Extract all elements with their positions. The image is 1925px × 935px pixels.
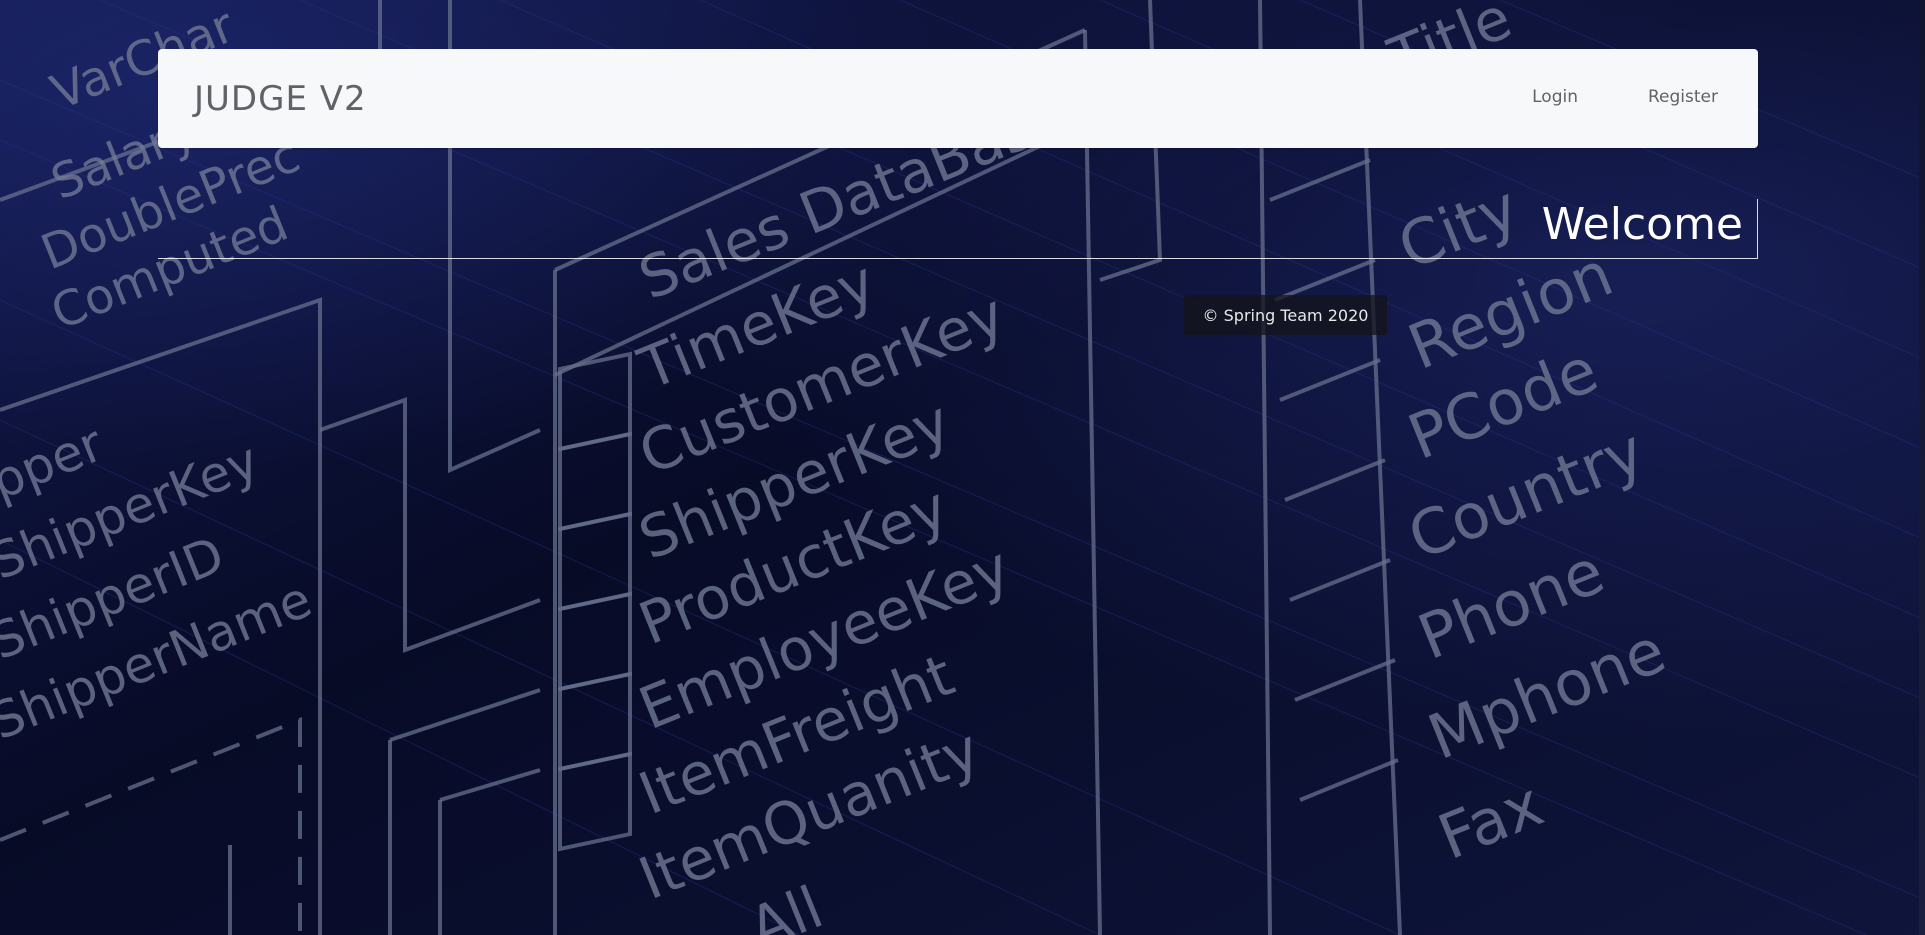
copyright-text: © Spring Team 2020 [1202,305,1369,325]
heading-divider [1757,199,1758,258]
top-navbar: JUDGE V2 Login Register [158,49,1758,148]
nav-links: Login Register [1532,87,1718,107]
welcome-section: Welcome [158,199,1758,259]
register-link[interactable]: Register [1648,87,1718,107]
page-title: Welcome [1541,199,1743,250]
brand-logo-link[interactable]: JUDGE V2 [194,79,367,119]
footer-badge: © Spring Team 2020 [1184,295,1387,335]
login-link[interactable]: Login [1532,87,1578,107]
scrollbar-edge [1919,0,1925,935]
